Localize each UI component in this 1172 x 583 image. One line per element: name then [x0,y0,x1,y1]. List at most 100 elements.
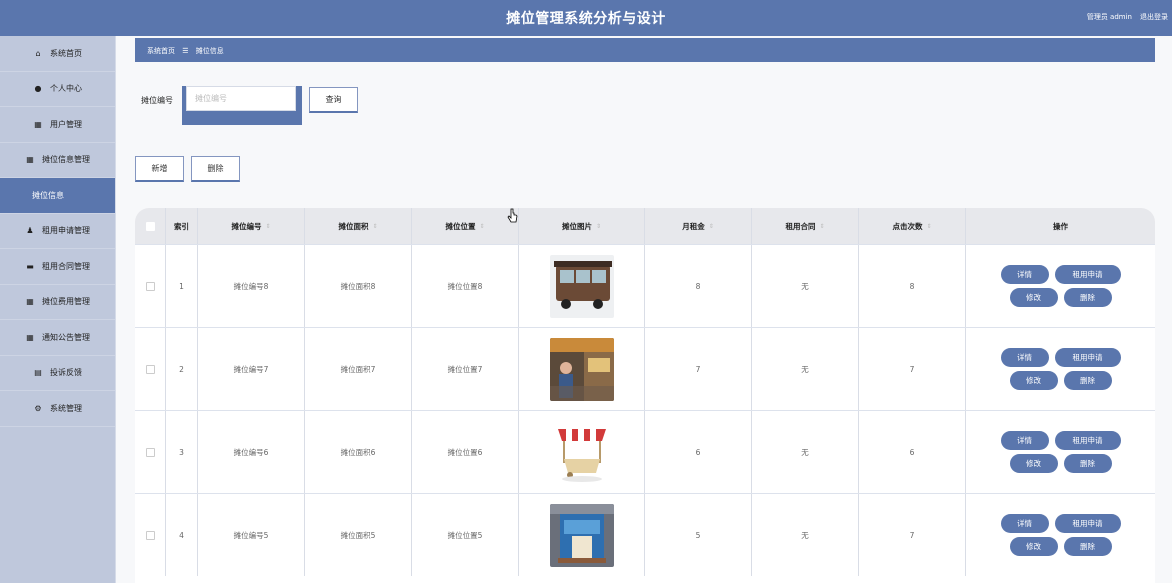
mouse-pointer-icon [507,208,518,223]
rent-apply-button[interactable]: 租用申请 [1054,431,1121,450]
edit-button[interactable]: 修改 [1009,537,1058,556]
logout-link[interactable]: 退出登录 [1140,12,1168,22]
sidebar-item-notice[interactable]: ▦ 通知公告管理 [0,320,115,356]
row-delete-button[interactable]: 删除 [1063,454,1112,473]
search-input[interactable] [186,86,296,111]
detail-button[interactable]: 详情 [1000,348,1049,367]
column-header[interactable]: 摊位位置 ⇕ [412,208,519,244]
cell-code: 摊位编号7 [198,328,305,410]
person-icon: ♟ [26,226,34,236]
row-checkbox[interactable] [145,364,155,374]
cell-index: 4 [166,494,198,576]
sidebar-item-stall-info[interactable]: 摊位信息 [0,178,115,214]
row-checkbox[interactable] [145,530,155,540]
table-row: 2 摊位编号7 摊位面积7 摊位位置7 7 无 7 详情 租用申请 修改 删除 [135,327,1155,410]
edit-button[interactable]: 修改 [1009,288,1058,307]
sort-icon: ⇕ [372,222,378,230]
sidebar-item-label: 投诉反馈 [50,368,82,378]
row-delete-button[interactable]: 删除 [1063,537,1112,556]
cell-area: 摊位面积6 [305,411,412,493]
column-header[interactable]: 点击次数 ⇕ [859,208,966,244]
column-header[interactable]: 租用合同 ⇕ [752,208,859,244]
rent-apply-button[interactable]: 租用申请 [1054,348,1121,367]
sidebar-item-label: 系统管理 [50,403,82,413]
cell-area: 摊位面积7 [305,328,412,410]
detail-button[interactable]: 详情 [1000,431,1049,450]
rent-apply-button[interactable]: 租用申请 [1054,265,1121,284]
sidebar-item-contract[interactable]: ▬ 租用合同管理 [0,249,115,285]
column-header[interactable]: 摊位图片 ⇕ [519,208,645,244]
main-content: 系统首页 ☰ 摊位信息 摊位编号 查询 新增 删除 索引 摊位编号⇕ 摊位面积⇕… [116,36,1172,583]
food-cart-photo [549,254,614,318]
sort-icon: ⇕ [595,222,602,230]
sidebar-item-label: 通知公告管理 [42,332,90,342]
top-header: 摊位管理系统分析与设计 管理员 admin 退出登录 [0,0,1172,36]
cell-area: 摊位面积8 [305,245,412,327]
row-delete-button[interactable]: 删除 [1063,288,1112,307]
detail-button[interactable]: 详情 [1000,514,1049,533]
column-header[interactable]: 月租金 ⇕ [645,208,752,244]
cell-rent: 6 [645,411,752,493]
sort-icon: ⇕ [708,222,714,230]
grid-icon: ▦ [26,155,34,165]
edit-button[interactable]: 修改 [1009,454,1058,473]
grid-icon: ▦ [26,332,34,342]
sidebar-item-users[interactable]: ▦ 用户管理 [0,107,115,143]
user-icon: ● [34,84,42,94]
grid-icon: ▦ [26,297,34,307]
sort-icon: ⇕ [819,222,825,230]
cell-location: 摊位位置5 [412,494,519,576]
grid-icon: ▦ [34,119,42,129]
sort-icon: ⇕ [265,222,271,230]
query-button[interactable]: 查询 [309,87,358,113]
cell-code: 摊位编号8 [198,245,305,327]
table-row: 1 摊位编号8 摊位面积8 摊位位置8 8 无 8 详情 租用申请 修改 删除 [135,244,1155,327]
breadcrumb-separator: ☰ [182,47,189,55]
breadcrumb-current: 摊位信息 [195,47,224,55]
cell-code: 摊位编号5 [198,494,305,576]
sidebar-item-rental-apply[interactable]: ♟ 租用申请管理 [0,214,115,249]
cell-contract: 无 [752,494,859,576]
sidebar: ⌂ 系统首页 ● 个人中心 ▦ 用户管理 ▦ 摊位信息管理 摊位信息 ♟ 租用申… [0,36,116,583]
cell-clicks: 7 [859,328,966,410]
sidebar-item-profile[interactable]: ● 个人中心 [0,72,115,107]
sidebar-item-feedback[interactable]: ▤ 投诉反馈 [0,356,115,391]
edit-button[interactable]: 修改 [1009,371,1058,390]
sidebar-item-label: 摊位信息 [32,190,64,200]
sidebar-item-label: 租用合同管理 [42,261,90,271]
detail-button[interactable]: 详情 [1000,265,1049,284]
column-header[interactable]: 摊位面积 ⇕ [305,208,412,244]
row-delete-button[interactable]: 删除 [1063,371,1112,390]
app-title: 摊位管理系统分析与设计 [506,11,666,27]
rent-apply-button[interactable]: 租用申请 [1054,514,1121,533]
header-checkbox-cell [135,208,166,244]
table-header: 索引 摊位编号 ⇕ 摊位面积 ⇕ 摊位位置 ⇕ 摊位图片 ⇕ 月租金 ⇕ 租用合同 ⇕ 点击… [135,208,1155,244]
sidebar-item-system[interactable]: ⚙ 系统管理 [0,391,115,427]
search-label: 摊位编号 [141,96,173,105]
sidebar-item-home[interactable]: ⌂ 系统首页 [0,36,115,72]
breadcrumb-home[interactable]: 系统首页 [147,47,175,55]
sidebar-item-label: 用户管理 [50,119,82,129]
sidebar-item-stall-management[interactable]: ▦ 摊位信息管理 [0,143,115,178]
cell-index: 1 [166,245,198,327]
select-all-checkbox[interactable] [145,221,155,231]
column-header[interactable]: 摊位编号 ⇕ [198,208,305,244]
add-button[interactable]: 新增 [135,156,184,182]
row-checkbox[interactable] [145,447,155,457]
table-row: 3 摊位编号6 摊位面积6 摊位位置6 6 无 6 详情 租用申请 修改 删除 [135,410,1155,493]
table-row: 4 摊位编号5 摊位面积5 摊位位置5 5 无 7 详情 租用申请 修改 删除 [135,493,1155,576]
cell-location: 摊位位置8 [412,245,519,327]
stall-table: 索引 摊位编号 ⇕ 摊位面积 ⇕ 摊位位置 ⇕ 摊位图片 ⇕ 月租金 ⇕ 租用合同 ⇕ 点击… [135,208,1155,583]
delete-button[interactable]: 删除 [191,156,240,182]
cell-rent: 8 [645,245,752,327]
chart-icon: ▤ [34,368,42,378]
sidebar-item-label: 系统首页 [50,48,82,58]
row-checkbox[interactable] [145,281,155,291]
cell-rent: 5 [645,494,752,576]
column-header: 操作 [1053,221,1068,231]
breadcrumb: 系统首页 ☰ 摊位信息 [135,38,1155,62]
cell-rent: 7 [645,328,752,410]
striped-cart-photo [549,420,614,484]
sidebar-item-fees[interactable]: ▦ 摊位费用管理 [0,285,115,320]
cell-area: 摊位面积5 [305,494,412,576]
